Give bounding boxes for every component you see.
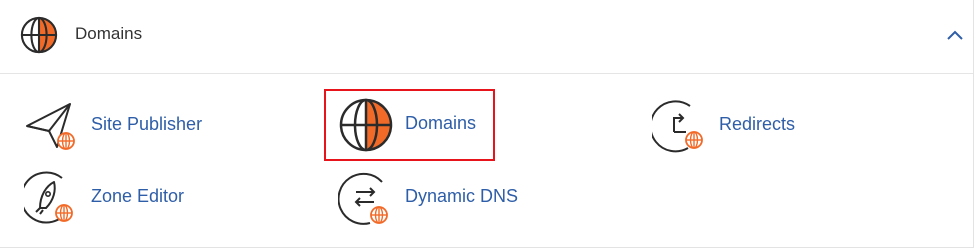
site-publisher-link[interactable]: Site Publisher: [24, 98, 224, 154]
redirects-label: Redirects: [719, 114, 796, 134]
section-header[interactable]: Domains: [0, 0, 973, 74]
redirect-globe-icon: [652, 100, 703, 153]
selection-highlight: [324, 89, 495, 161]
zone-editor-link[interactable]: Zone Editor: [24, 170, 224, 226]
paper-plane-globe-icon: [26, 103, 75, 150]
dynamic-dns-link[interactable]: Dynamic DNS: [338, 170, 538, 226]
domains-section: Domains Site Publisher Domains Redirects…: [0, 0, 974, 248]
dynamic-dns-label: Dynamic DNS: [405, 186, 519, 206]
rocket-globe-icon: [24, 171, 73, 224]
zone-editor-label: Zone Editor: [91, 186, 185, 206]
chevron-up-icon[interactable]: [944, 25, 966, 47]
section-title: Domains: [75, 24, 143, 43]
site-publisher-label: Site Publisher: [91, 114, 203, 134]
globe-icon: [20, 16, 58, 54]
swap-arrows-globe-icon: [338, 172, 388, 225]
redirects-link[interactable]: Redirects: [652, 98, 812, 154]
